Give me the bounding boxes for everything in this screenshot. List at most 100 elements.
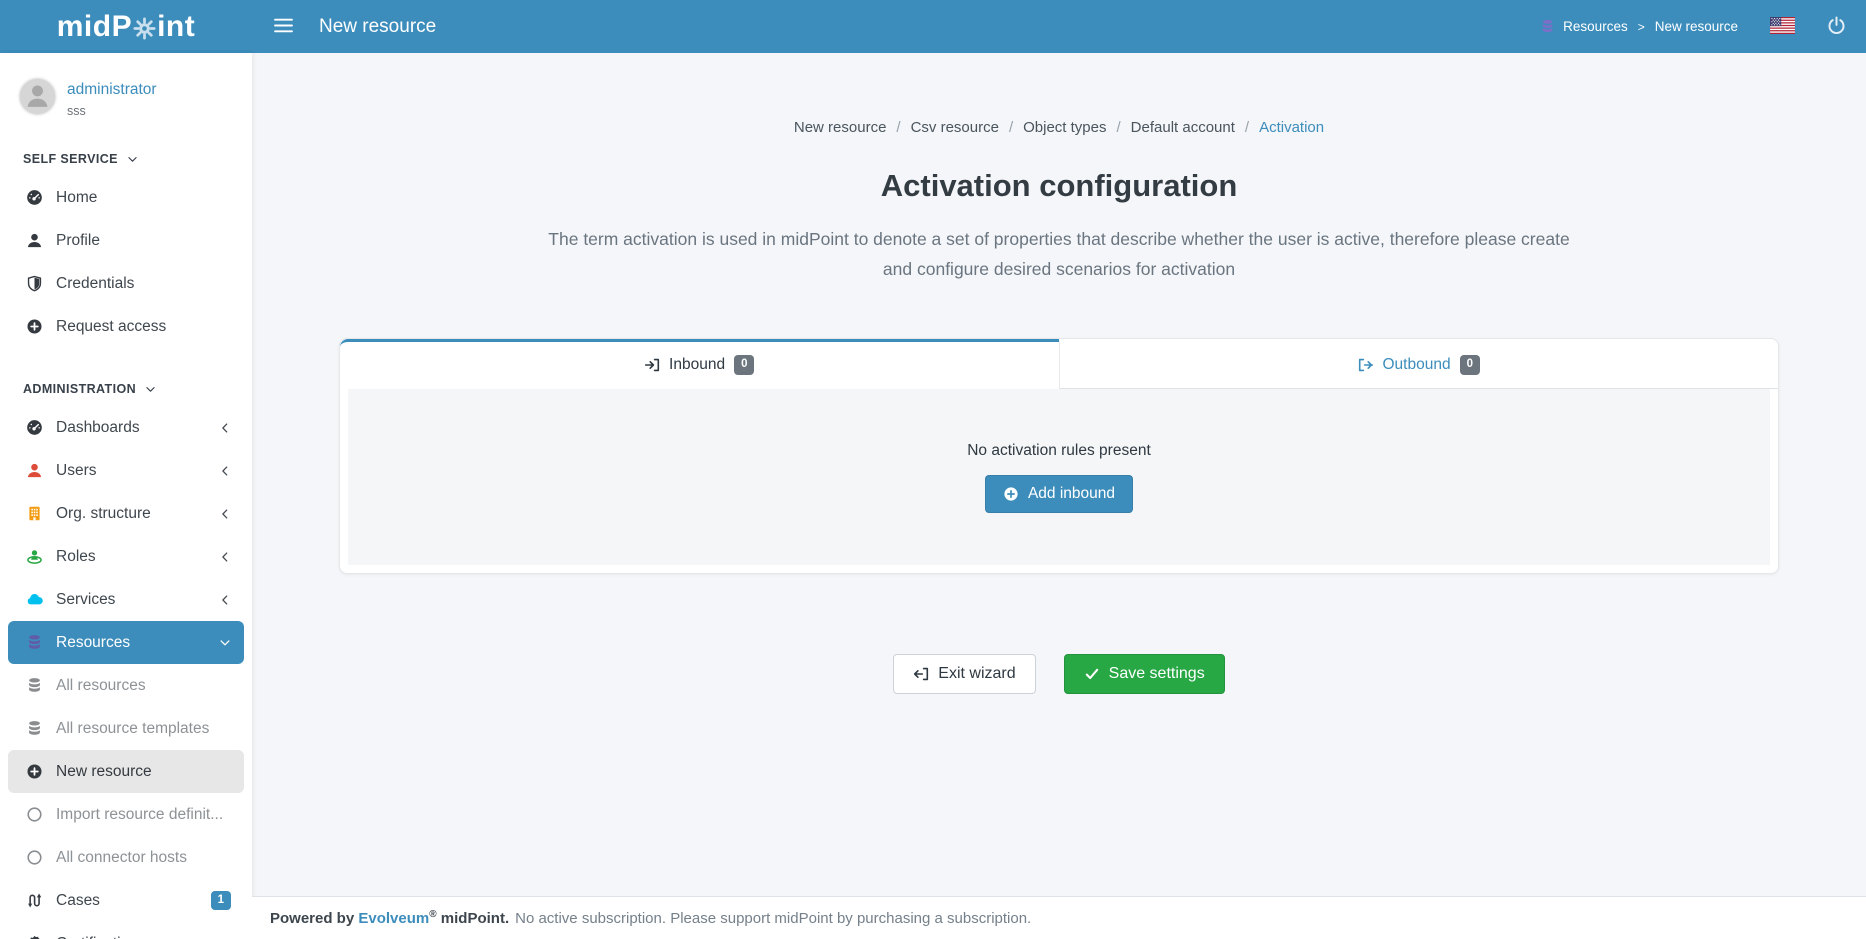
- sidebar-item-services[interactable]: Services: [8, 578, 244, 621]
- logo-text-post: int: [157, 10, 195, 44]
- sidebar-item-all-resources[interactable]: All resources: [8, 664, 244, 707]
- username-link[interactable]: administrator: [67, 81, 157, 99]
- gear-icon: [133, 17, 156, 40]
- app-root: midP int New resource Resources > New re…: [0, 0, 1866, 939]
- tab-inbound[interactable]: Inbound 0: [340, 339, 1059, 389]
- circle-icon: [24, 849, 44, 866]
- case-icon: [24, 892, 44, 909]
- sidebar-item-org-structure[interactable]: Org. structure: [8, 492, 244, 535]
- sidebar-item-import-resource-definit[interactable]: Import resource definit...: [8, 793, 244, 836]
- sidebar-item-new-resource[interactable]: New resource: [8, 750, 244, 793]
- exit-wizard-label: Exit wizard: [938, 665, 1015, 683]
- plus-circle-icon: [24, 763, 44, 780]
- shield-icon: [24, 275, 44, 292]
- chevron-left-icon: [219, 422, 231, 434]
- database-icon: [24, 677, 44, 694]
- layout: administrator sss SELF SERVICE HomeProfil…: [0, 53, 1866, 939]
- plus-circle-icon: [1003, 486, 1019, 502]
- chevron-left-icon: [219, 594, 231, 606]
- breadcrumb-item-new-resource[interactable]: New resource: [794, 119, 887, 136]
- footer-powered-by: Powered by Evolveum® midPoint.: [270, 910, 509, 927]
- chevron-down-icon: [219, 637, 231, 649]
- tab-bar: Inbound 0 Outbound 0: [340, 339, 1778, 389]
- breadcrumb-separator: /: [1009, 119, 1013, 136]
- add-inbound-label: Add inbound: [1028, 485, 1115, 503]
- breadcrumb-item-activation[interactable]: Activation: [1259, 119, 1324, 136]
- sign-out-icon: [1358, 357, 1374, 373]
- sidebar: administrator sss SELF SERVICE HomeProfil…: [0, 53, 252, 939]
- registered-mark: ®: [429, 909, 436, 920]
- logo-text-pre: midP: [57, 10, 132, 44]
- sign-in-icon: [644, 357, 660, 373]
- building-icon: [24, 505, 44, 522]
- empty-state-message: No activation rules present: [967, 442, 1151, 460]
- sidebar-item-request-access[interactable]: Request access: [8, 305, 244, 348]
- main-content: New resource/Csv resource/Object types/D…: [252, 53, 1866, 939]
- user-panel: administrator sss: [0, 53, 252, 118]
- sidebar-item-home[interactable]: Home: [8, 176, 244, 219]
- sidebar-item-roles[interactable]: Roles: [8, 535, 244, 578]
- exit-icon: [913, 666, 929, 682]
- chevron-left-icon: [219, 465, 231, 477]
- locale-flag-button[interactable]: [1770, 17, 1795, 37]
- footer: Powered by Evolveum® midPoint. No active …: [252, 896, 1866, 939]
- breadcrumb-separator: >: [1638, 20, 1645, 34]
- circle-icon: [24, 806, 44, 823]
- chevron-left-icon: [219, 508, 231, 520]
- breadcrumb-item-object-types[interactable]: Object types: [1023, 119, 1106, 136]
- tab-content: No activation rules present Add inbound: [348, 389, 1770, 565]
- top-bar: midP int New resource Resources > New re…: [0, 0, 1866, 53]
- sidebar-section-administration[interactable]: ADMINISTRATION: [0, 382, 252, 396]
- user-icon: [24, 462, 44, 479]
- person-icon: [23, 80, 52, 114]
- tab-outbound[interactable]: Outbound 0: [1059, 339, 1779, 389]
- tachometer-icon: [24, 189, 44, 206]
- page-description: The term activation is used in midPoint …: [537, 224, 1582, 284]
- footer-product: midPoint.: [441, 910, 509, 927]
- count-badge: 1: [211, 891, 231, 911]
- sidebar-item-cases[interactable]: Cases1: [8, 879, 244, 922]
- wizard-actions: Exit wizard Save settings: [252, 654, 1866, 694]
- tab-inbound-count-badge: 0: [734, 355, 754, 375]
- add-inbound-button[interactable]: Add inbound: [985, 475, 1133, 513]
- activation-card: Inbound 0 Outbound 0 No activation rules…: [339, 338, 1779, 574]
- menu-toggle-button[interactable]: [264, 10, 303, 44]
- breadcrumb-item-csv-resource[interactable]: Csv resource: [911, 119, 999, 136]
- user-subtitle: sss: [67, 104, 157, 118]
- seal-icon: [24, 935, 44, 939]
- exit-wizard-button[interactable]: Exit wizard: [893, 654, 1035, 694]
- sidebar-item-all-connector-hosts[interactable]: All connector hosts: [8, 836, 244, 879]
- tachometer-icon: [24, 419, 44, 436]
- page-heading: Activation configuration: [252, 168, 1866, 204]
- sidebar-item-credentials[interactable]: Credentials: [8, 262, 244, 305]
- sidebar-item-all-resource-templates[interactable]: All resource templates: [8, 707, 244, 750]
- database-icon: [1540, 19, 1555, 34]
- footer-subscription-note: No active subscription. Please support m…: [515, 910, 1031, 927]
- cloud-icon: [24, 591, 44, 608]
- tab-outbound-count-badge: 0: [1460, 355, 1480, 375]
- avatar[interactable]: [20, 79, 55, 114]
- evolveum-link[interactable]: Evolveum: [358, 910, 429, 927]
- breadcrumb-separator: /: [1245, 119, 1249, 136]
- save-settings-label: Save settings: [1109, 665, 1205, 683]
- user-icon: [24, 232, 44, 249]
- sidebar-item-users[interactable]: Users: [8, 449, 244, 492]
- chevron-down-icon: [127, 154, 138, 165]
- check-icon: [1084, 666, 1100, 682]
- sidebar-section-self-service[interactable]: SELF SERVICE: [0, 152, 252, 166]
- save-settings-button[interactable]: Save settings: [1064, 654, 1225, 694]
- sidebar-item-dashboards[interactable]: Dashboards: [8, 406, 244, 449]
- topbar-breadcrumb-item-new-resource[interactable]: New resource: [1655, 19, 1738, 34]
- brand-logo[interactable]: midP int: [0, 0, 252, 53]
- database-icon: [24, 634, 44, 651]
- sidebar-item-certification[interactable]: Certification: [8, 922, 244, 939]
- sidebar-item-resources[interactable]: Resources: [8, 621, 244, 664]
- logout-button[interactable]: [1827, 16, 1846, 38]
- sidebar-nav: SELF SERVICE HomeProfileCredentialsReques…: [0, 152, 252, 939]
- sidebar-item-profile[interactable]: Profile: [8, 219, 244, 262]
- us-flag-icon: [1770, 17, 1795, 37]
- topbar-breadcrumb-item-resources[interactable]: Resources: [1563, 19, 1628, 34]
- breadcrumb-item-default-account[interactable]: Default account: [1131, 119, 1235, 136]
- tab-inbound-label: Inbound: [669, 356, 725, 374]
- top-bar-main: New resource Resources > New resource: [252, 0, 1866, 53]
